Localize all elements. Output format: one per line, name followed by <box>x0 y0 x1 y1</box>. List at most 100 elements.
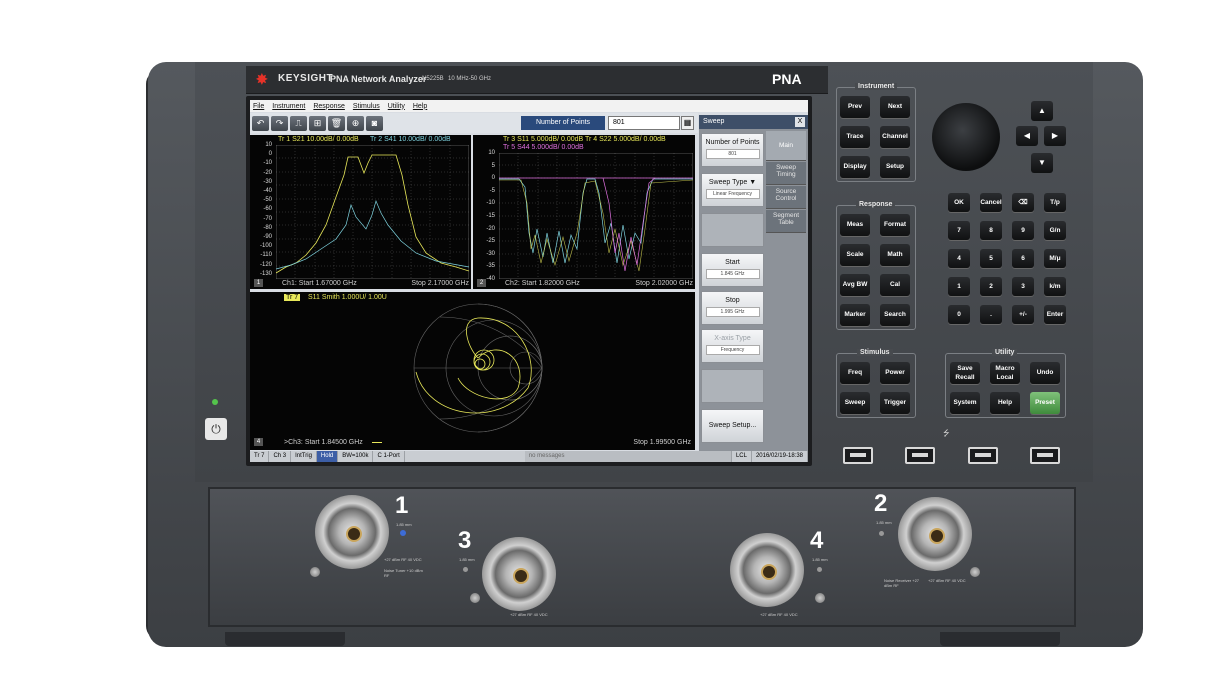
math-button[interactable]: Math <box>880 244 910 266</box>
trace-button[interactable]: Trace <box>840 126 870 148</box>
entry-key[interactable]: k/m <box>1044 277 1066 296</box>
test-port-4[interactable] <box>730 533 804 607</box>
channel-3-smith-window[interactable]: Tr 7 S11 Smith 1.000U/ 1.00U 4 >Ch3: Sta… <box>250 292 695 450</box>
softkey-label: Sweep Setup... <box>708 422 757 429</box>
status-trace[interactable]: Tr 7 <box>250 451 270 462</box>
menu-stimulus[interactable]: Stimulus <box>353 103 380 110</box>
close-icon[interactable]: X <box>795 117 805 127</box>
menu-utility[interactable]: Utility <box>388 103 405 110</box>
test-port-3[interactable] <box>482 537 556 611</box>
scale-button[interactable]: Scale <box>840 244 870 266</box>
status-channel[interactable]: Ch 3 <box>269 451 292 462</box>
status-trigger[interactable]: IntTrig <box>291 451 317 462</box>
tab-main[interactable]: Main <box>766 131 806 161</box>
prev-button[interactable]: Prev <box>840 96 870 118</box>
channel-2-window[interactable]: Tr 3 S11 5.000dB/ 0.00dB Tr 4 S22 5.000d… <box>473 135 695 289</box>
save-recall-button[interactable]: Save Recall <box>950 362 980 384</box>
entry-key[interactable]: G/n <box>1044 221 1066 240</box>
entry-key[interactable]: T/p <box>1044 193 1066 212</box>
menu-response[interactable]: Response <box>313 103 345 110</box>
foot <box>940 632 1060 646</box>
camera-icon[interactable]: ◙ <box>366 115 383 131</box>
preset-button[interactable]: Preset <box>1030 392 1060 414</box>
undo-icon[interactable]: ↶ <box>252 115 269 131</box>
zoom-icon[interactable]: ⊕ <box>347 115 364 131</box>
usb-port[interactable] <box>968 447 998 464</box>
usb-port[interactable] <box>905 447 935 464</box>
menu-help[interactable]: Help <box>413 103 427 110</box>
entry-key[interactable]: M/μ <box>1044 249 1066 268</box>
entry-key[interactable]: . <box>980 305 1002 324</box>
sweep-button[interactable]: Sweep <box>840 392 870 414</box>
entry-key[interactable]: Enter <box>1044 305 1066 324</box>
entry-key[interactable]: 0 <box>948 305 970 324</box>
entry-key[interactable]: ⌫ <box>1012 193 1034 212</box>
trigger-button[interactable]: Trigger <box>880 392 910 414</box>
setup-button[interactable]: Setup <box>880 156 910 178</box>
ch2-plot <box>499 153 693 279</box>
cal-button[interactable]: Cal <box>880 274 910 296</box>
entry-key[interactable]: 3 <box>1012 277 1034 296</box>
trace-marker-line <box>372 442 382 443</box>
entry-key[interactable]: 1 <box>948 277 970 296</box>
test-port-1[interactable] <box>315 495 389 569</box>
channel-button[interactable]: Channel <box>880 126 910 148</box>
undo-button[interactable]: Undo <box>1030 362 1060 384</box>
channel-1-window[interactable]: Tr 1 S21 10.00dB/ 0.00dB Tr 2 S41 10.00d… <box>250 135 471 289</box>
softkey-5[interactable]: Stop 1.995 GHz <box>701 291 764 325</box>
test-port-2[interactable] <box>898 497 972 571</box>
marker-icon[interactable]: ⎍ <box>290 115 307 131</box>
rotary-knob[interactable] <box>932 103 1000 171</box>
tab-sweep-timing[interactable]: Sweep Timing <box>766 162 806 185</box>
freq-button[interactable]: Freq <box>840 362 870 384</box>
tab-source-control[interactable]: Source Control <box>766 186 806 209</box>
softkey-8[interactable]: Sweep Setup... <box>701 409 764 443</box>
usb-port[interactable] <box>1030 447 1060 464</box>
redo-icon[interactable]: ↷ <box>271 115 288 131</box>
search-button[interactable]: Search <box>880 304 910 326</box>
meas-button[interactable]: Meas <box>840 214 870 236</box>
softkey-1[interactable]: Number of Points 801 <box>701 133 764 167</box>
softkey-2[interactable]: Sweep Type ▼ Linear Frequency <box>701 173 764 207</box>
arrow-up-icon[interactable]: ▲ <box>1031 101 1053 121</box>
tab-segment-table[interactable]: Segment Table <box>766 210 806 233</box>
status-cal[interactable]: C 1-Port <box>373 451 405 462</box>
instrument-group-title: Instrument <box>855 83 898 90</box>
marker-button[interactable]: Marker <box>840 304 870 326</box>
status-bw[interactable]: BW=100k <box>338 451 374 462</box>
macro-local-button[interactable]: Macro Local <box>990 362 1020 384</box>
entry-key[interactable]: 4 <box>948 249 970 268</box>
status-hold[interactable]: Hold <box>316 451 339 462</box>
power-button[interactable]: Power <box>880 362 910 384</box>
arrow-down-icon[interactable]: ▼ <box>1031 153 1053 173</box>
softkey-4[interactable]: Start 1.845 GHz <box>701 253 764 287</box>
menu-instrument[interactable]: Instrument <box>272 103 305 110</box>
softkey-6[interactable]: X-axis Type Frequency <box>701 329 764 363</box>
keypad-icon[interactable]: ▦ <box>681 116 694 130</box>
usb-port[interactable] <box>843 447 873 464</box>
system-button[interactable]: System <box>950 392 980 414</box>
softkey-3 <box>701 213 764 247</box>
autoscale-icon[interactable]: ⊞ <box>309 115 326 131</box>
arrow-left-icon[interactable]: ◀ <box>1016 126 1038 146</box>
menu-file[interactable]: File <box>253 103 264 110</box>
next-button[interactable]: Next <box>880 96 910 118</box>
delete-icon[interactable]: 🗑 <box>328 115 345 131</box>
format-button[interactable]: Format <box>880 214 910 236</box>
entry-key[interactable]: 9 <box>1012 221 1034 240</box>
display-button[interactable]: Display <box>840 156 870 178</box>
trace-header-5: Tr 5 S44 5.000dB/ 0.00dB <box>503 144 584 151</box>
active-entry-field[interactable]: 801 <box>608 116 680 130</box>
entry-key[interactable]: 5 <box>980 249 1002 268</box>
entry-key[interactable]: Cancel <box>980 193 1002 212</box>
avg-bw-button[interactable]: Avg BW <box>840 274 870 296</box>
arrow-right-icon[interactable]: ▶ <box>1044 126 1066 146</box>
help-button[interactable]: Help <box>990 392 1020 414</box>
entry-key[interactable]: OK <box>948 193 970 212</box>
entry-key[interactable]: 2 <box>980 277 1002 296</box>
entry-key[interactable]: 7 <box>948 221 970 240</box>
power-icon[interactable]: ⏻ <box>205 418 227 440</box>
entry-key[interactable]: 8 <box>980 221 1002 240</box>
entry-key[interactable]: +/- <box>1012 305 1034 324</box>
entry-key[interactable]: 6 <box>1012 249 1034 268</box>
